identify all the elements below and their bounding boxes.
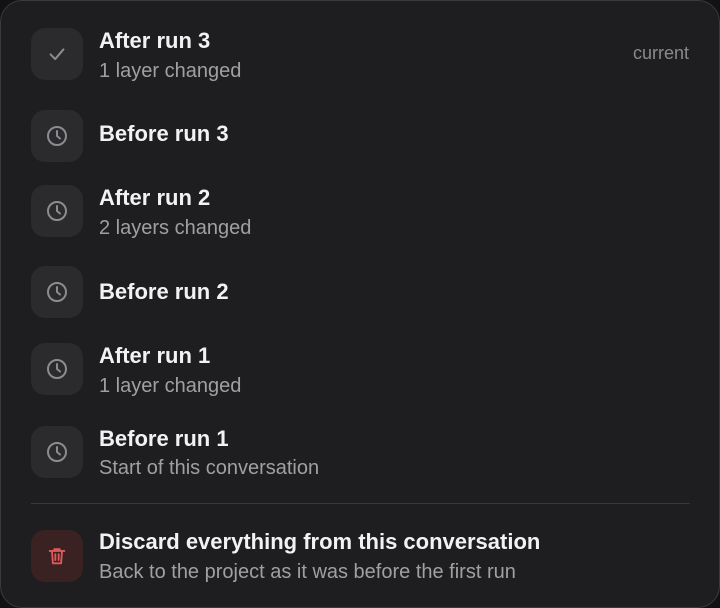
clock-icon (31, 185, 83, 237)
version-title: Before run 2 (99, 279, 229, 304)
version-title: Before run 3 (99, 121, 229, 146)
version-title: After run 2 (99, 185, 211, 210)
version-item-after-run-1[interactable]: After run 1 1 layer changed (1, 319, 719, 423)
discard-title: Discard everything from this conversatio… (99, 529, 541, 554)
version-item-before-run-3[interactable]: Before run 3 (1, 107, 719, 162)
version-title: After run 1 (99, 343, 211, 368)
version-subtitle: 1 layer changed (99, 60, 242, 82)
version-item-before-run-2[interactable]: Before run 2 (1, 265, 719, 319)
version-item-after-run-3[interactable]: After run 3 1 layer changed current (1, 1, 719, 107)
current-badge: current (632, 43, 689, 63)
clock-icon (31, 110, 83, 162)
version-subtitle: 2 layers changed (99, 217, 252, 239)
version-item-before-run-1[interactable]: Before run 1 Start of this conversation (1, 423, 719, 503)
version-history-panel: After run 3 1 layer changed current Befo… (0, 0, 720, 608)
clock-icon (31, 426, 83, 478)
clock-icon (31, 266, 83, 318)
discard-all-button[interactable]: Discard everything from this conversatio… (1, 504, 719, 607)
version-subtitle: 1 layer changed (99, 375, 242, 397)
checkmark-icon (31, 28, 83, 80)
clock-icon (31, 343, 83, 395)
version-title: After run 3 (99, 28, 211, 53)
version-title: Before run 1 (99, 426, 229, 451)
trash-icon (31, 530, 83, 582)
discard-subtitle: Back to the project as it was before the… (99, 561, 516, 583)
version-subtitle: Start of this conversation (99, 457, 320, 479)
version-item-after-run-2[interactable]: After run 2 2 layers changed (1, 161, 719, 265)
